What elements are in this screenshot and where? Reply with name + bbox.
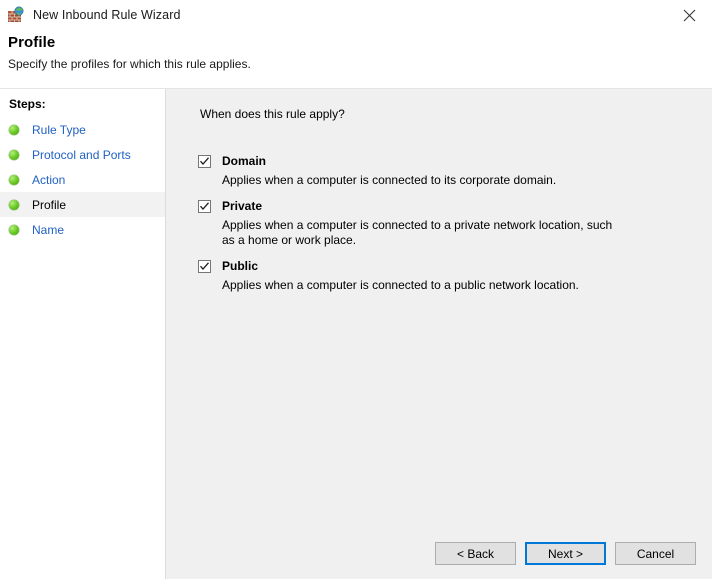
cancel-button[interactable]: Cancel <box>615 542 696 565</box>
sidebar-item-label: Profile <box>32 197 67 212</box>
option-public-label: Public <box>222 259 259 273</box>
option-private-label: Private <box>222 199 263 213</box>
wizard-body: Steps: Rule Type Protocol and Ports Acti… <box>0 89 712 579</box>
option-domain-description: Applies when a computer is connected to … <box>222 173 557 187</box>
public-checkbox[interactable] <box>198 259 211 273</box>
window-title: New Inbound Rule Wizard <box>33 8 181 22</box>
green-bullet-icon <box>9 149 19 160</box>
page-title: Profile <box>8 34 56 51</box>
private-checkbox[interactable] <box>198 199 211 213</box>
steps-title: Steps: <box>9 97 46 111</box>
option-domain-row: Domain <box>198 152 692 170</box>
steps-sidebar: Steps: Rule Type Protocol and Ports Acti… <box>0 89 166 579</box>
option-private: Private Applies when a computer is conne… <box>198 197 692 248</box>
sidebar-item-name[interactable]: Name <box>0 217 165 242</box>
domain-checkbox[interactable] <box>198 154 211 168</box>
option-domain: Domain Applies when a computer is connec… <box>198 152 692 188</box>
wizard-footer: < Back Next > Cancel <box>435 542 696 565</box>
option-domain-label: Domain <box>222 154 267 168</box>
content-question: When does this rule apply? <box>200 107 345 121</box>
option-public-description: Applies when a computer is connected to … <box>222 278 579 292</box>
page-header: Profile Specify the profiles for which t… <box>0 30 712 88</box>
sidebar-item-label: Action <box>32 172 66 187</box>
option-private-row: Private <box>198 197 692 215</box>
sidebar-item-rule-type[interactable]: Rule Type <box>0 117 165 142</box>
profile-options-group: Domain Applies when a computer is connec… <box>198 152 692 302</box>
green-bullet-icon <box>9 124 19 135</box>
close-icon[interactable] <box>666 0 712 30</box>
firewall-globe-icon <box>7 6 25 24</box>
option-private-description: Applies when a computer is connected to … <box>222 218 613 247</box>
sidebar-item-label: Rule Type <box>32 122 86 137</box>
option-public: Public Applies when a computer is connec… <box>198 257 692 293</box>
content-panel: When does this rule apply? Domain Applie… <box>166 89 712 579</box>
page-subtitle: Specify the profiles for which this rule… <box>8 57 251 71</box>
new-inbound-rule-wizard-window: New Inbound Rule Wizard Profile Specify … <box>0 0 712 579</box>
green-bullet-icon <box>9 174 19 185</box>
back-button[interactable]: < Back <box>435 542 516 565</box>
sidebar-item-label: Name <box>32 222 65 237</box>
sidebar-item-action[interactable]: Action <box>0 167 165 192</box>
title-bar: New Inbound Rule Wizard <box>0 0 712 30</box>
sidebar-item-label: Protocol and Ports <box>32 147 131 162</box>
green-bullet-icon <box>9 199 19 210</box>
green-bullet-icon <box>9 224 19 235</box>
option-public-row: Public <box>198 257 692 275</box>
next-button[interactable]: Next > <box>525 542 606 565</box>
sidebar-item-profile[interactable]: Profile <box>0 192 165 217</box>
sidebar-item-protocol-and-ports[interactable]: Protocol and Ports <box>0 142 165 167</box>
